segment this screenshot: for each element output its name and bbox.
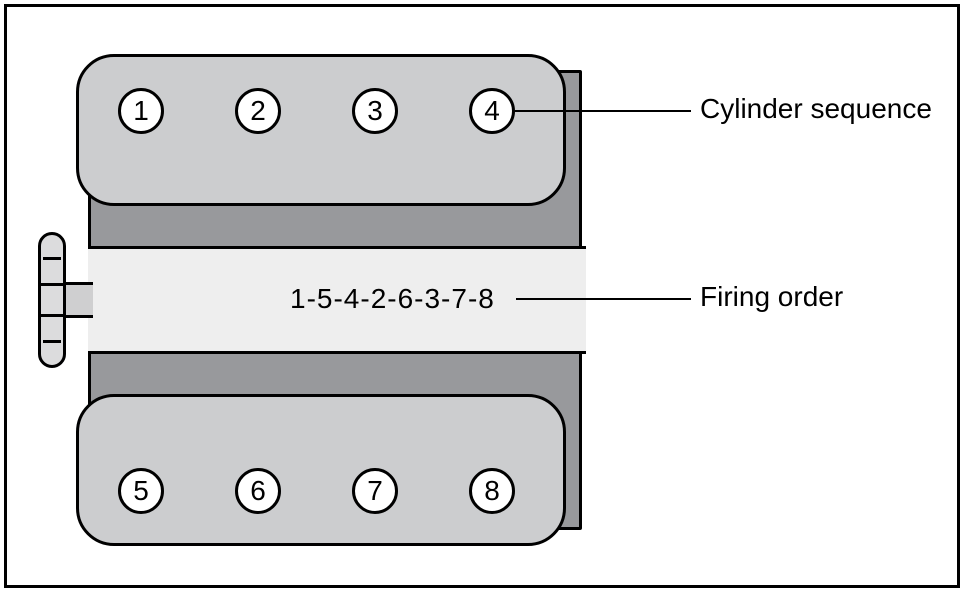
cylinder-2: 2 [235,88,281,134]
pulley-groove [41,283,63,286]
cylinder-5: 5 [118,468,164,514]
cylinder-3: 3 [352,88,398,134]
label-firing-order: Firing order [700,281,843,313]
cylinder-6: 6 [235,468,281,514]
cylinder-4: 4 [469,88,515,134]
cylinder-8: 8 [469,468,515,514]
label-cylinder-sequence: Cylinder sequence [700,93,932,125]
diagram-canvas: 1 2 3 4 5 6 7 8 1-5-4-2-6-3-7-8 Cylinder… [0,0,968,596]
pulley-groove [41,314,63,317]
cylinder-7: 7 [352,468,398,514]
cylinder-1: 1 [118,88,164,134]
callout-line-firing-order [516,298,691,300]
crank-shaft [63,282,93,318]
callout-line-cylinder-sequence [515,110,691,112]
crank-pulley [38,232,66,368]
firing-order-text: 1-5-4-2-6-3-7-8 [290,283,495,315]
